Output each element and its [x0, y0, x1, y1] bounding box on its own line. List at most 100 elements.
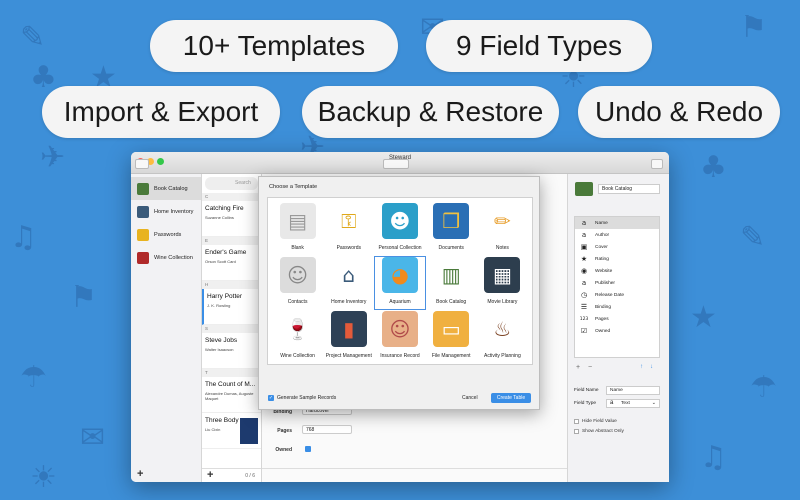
template-label: Personal Collection [378, 245, 422, 251]
add-record-button[interactable]: + [207, 469, 213, 481]
create-table-button[interactable]: Create Table [491, 393, 531, 403]
books-icon: ▥ [441, 263, 461, 287]
field-label: Website [595, 268, 613, 274]
record-list: Search C Catching Fire Suzanne Collins E End… [202, 174, 262, 482]
move-down-icon[interactable]: ↓ [650, 364, 653, 370]
template-file-management[interactable]: ▭ File Management [426, 310, 477, 364]
list-item[interactable]: Ender's Game Orson Scott Card [202, 245, 261, 281]
section-header: E [202, 237, 261, 245]
template-personal-collection[interactable]: ☻ Personal Collection [374, 202, 425, 256]
film-icon: ▦ [484, 257, 521, 293]
section-header: S [202, 325, 261, 333]
sheet-title: Choose a Template [269, 184, 318, 190]
books-icon [137, 182, 149, 195]
template-aquarium[interactable]: ◕ Aquarium [374, 256, 426, 310]
move-up-icon[interactable]: ↑ [640, 364, 643, 370]
remove-field-button[interactable]: − [588, 364, 592, 371]
field-name-input[interactable]: Name [606, 386, 660, 395]
field-label: Owned [595, 328, 611, 334]
field-row[interactable]: a Name [575, 217, 659, 229]
view-mode-toggle[interactable] [383, 159, 409, 169]
template-label: Blank [291, 245, 304, 251]
field-label: Name [595, 220, 608, 226]
search-input[interactable]: Search [205, 177, 258, 190]
template-home-inventory[interactable]: ⌂ Home Inventory [323, 256, 374, 310]
owned-checkbox[interactable] [305, 446, 311, 452]
template-label: Activity Planning [484, 353, 521, 359]
folder-icon: ▭ [433, 311, 470, 347]
field-label: Rating [595, 256, 609, 262]
field-label: Cover [595, 244, 608, 250]
field-type-icon: ★ [580, 255, 588, 263]
owned-label: Owned [275, 447, 292, 453]
list-item[interactable]: Three Body Liu Cixin [202, 413, 261, 449]
armchair-icon [137, 205, 149, 218]
abstract-only-checkbox[interactable]: Show Abstract Only [574, 429, 624, 434]
template-label: Project Management [325, 353, 372, 359]
text-type-icon: a [610, 400, 614, 406]
sidebar-item[interactable]: Book Catalog [131, 177, 201, 200]
template-wine-collection[interactable]: 🍷 Wine Collection [272, 310, 323, 364]
toggle-sidebar-button[interactable] [135, 159, 149, 169]
template-label: File Management [431, 353, 471, 359]
banner-import-export: Import & Export [42, 86, 280, 138]
field-row[interactable]: ◉ Website [575, 265, 659, 277]
field-row[interactable]: a Publisher [575, 277, 659, 289]
field-row[interactable]: 123 Pages [575, 313, 659, 325]
banner-templates: 10+ Templates [150, 20, 398, 72]
table-name-field[interactable]: Book Catalog [598, 184, 660, 194]
template-activity-planning[interactable]: ♨ Activity Planning [477, 310, 528, 364]
field-type-icon: ▣ [580, 243, 588, 251]
field-label: Publisher [595, 280, 615, 286]
template-contacts[interactable]: ☺ Contacts [272, 256, 323, 310]
template-passwords[interactable]: ⚿ Passwords [323, 202, 374, 256]
field-row[interactable]: ◷ Release Date [575, 289, 659, 301]
template-movie-library[interactable]: ▦ Movie Library [477, 256, 528, 310]
section-header: T [202, 369, 261, 377]
list-item[interactable]: Catching Fire Suzanne Collins [202, 201, 261, 237]
field-row[interactable]: ☰ Binding [575, 301, 659, 313]
books-icon [575, 182, 593, 196]
template-label: Documents [438, 245, 464, 251]
field-row[interactable]: ☑ Owned [575, 325, 659, 337]
field-type-select[interactable]: a Text ⌄ [606, 399, 660, 408]
record-title: Catching Fire [205, 205, 244, 212]
sidebar-item[interactable]: Passwords [131, 223, 201, 246]
wine-glass-icon [137, 251, 149, 264]
generate-sample-checkbox[interactable]: ✓ Generate Sample Records [268, 395, 336, 401]
cancel-button[interactable]: Cancel [462, 395, 478, 401]
record-subtitle: Orson Scott Card [205, 259, 236, 264]
list-item[interactable]: Harry Potter J. K. Rowling [202, 289, 261, 325]
field-row[interactable]: ★ Rating [575, 253, 659, 265]
field-label: Author [595, 232, 610, 238]
record-subtitle: J. K. Rowling [207, 303, 231, 308]
field-row[interactable]: a Author [575, 229, 659, 241]
field-type-icon: ☰ [580, 303, 588, 311]
field-list: a Name a Author ▣ Cover ★ Rating ◉ Website a Publis… [574, 216, 660, 358]
pages-field[interactable]: 768 [302, 425, 352, 434]
toggle-inspector-button[interactable] [651, 159, 663, 169]
add-field-button[interactable]: + [576, 364, 580, 371]
field-row[interactable]: ▣ Cover [575, 241, 659, 253]
record-subtitle: Suzanne Collins [205, 215, 234, 220]
banner-undo-redo: Undo & Redo [578, 86, 780, 138]
template-insurance-record[interactable]: ☺ Insurance Record [374, 310, 425, 364]
template-book-catalog[interactable]: ▥ Book Catalog [426, 256, 477, 310]
hide-field-checkbox[interactable]: Hide Field Value [574, 419, 617, 424]
record-title: Harry Potter [207, 293, 243, 300]
banner-field-types: 9 Field Types [426, 20, 652, 72]
field-type-icon: ◉ [580, 267, 588, 275]
list-item[interactable]: Steve Jobs Walter Isaacson [202, 333, 261, 369]
sidebar-item[interactable]: Home Inventory [131, 200, 201, 223]
template-notes[interactable]: ✏ Notes [477, 202, 528, 256]
field-type-icon: a [581, 219, 587, 227]
add-table-button[interactable]: + [137, 468, 143, 480]
sidebar-item-label: Home Inventory [154, 208, 194, 215]
list-item[interactable]: The Count of M... Alexandre Dumas, August… [202, 377, 261, 413]
template-project-management[interactable]: ▮ Project Management [323, 310, 374, 364]
template-blank[interactable]: ▤ Blank [272, 202, 323, 256]
template-documents[interactable]: ❒ Documents [426, 202, 477, 256]
template-label: Book Catalog [436, 299, 467, 305]
person-card-icon: ☻ [381, 203, 418, 239]
sidebar-item[interactable]: Wine Collection [131, 246, 201, 269]
